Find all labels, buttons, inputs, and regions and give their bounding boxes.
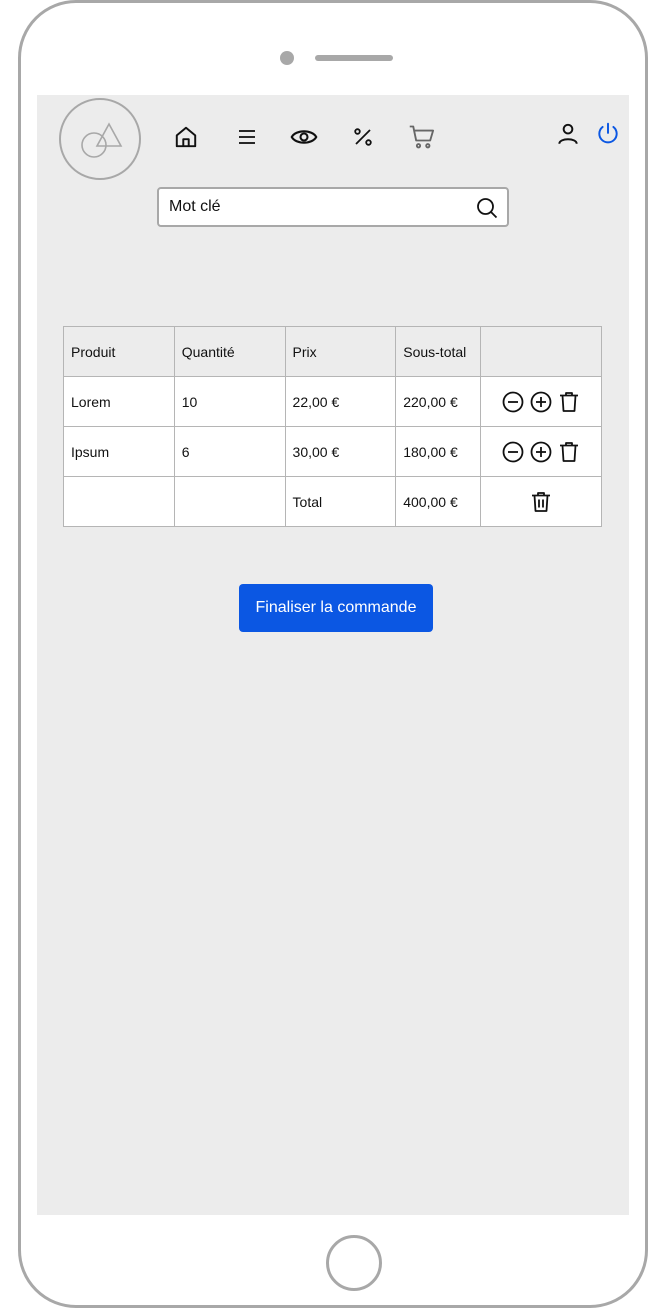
total-label: Total <box>284 476 397 527</box>
total-row: Total 400,00 € <box>63 476 602 527</box>
logo[interactable] <box>59 98 141 180</box>
product-subtotal: 180,00 € <box>395 426 482 477</box>
checkout-button[interactable]: Finaliser la commande <box>239 584 433 632</box>
empty-cell <box>63 476 175 527</box>
column-header-quantity: Quantité <box>173 326 286 377</box>
column-header-product: Produit <box>63 326 175 377</box>
product-name: Lorem <box>63 376 175 427</box>
trash-icon[interactable] <box>556 389 582 415</box>
product-subtotal: 220,00 € <box>395 376 482 427</box>
home-button[interactable] <box>326 1235 382 1291</box>
menu-icon[interactable] <box>232 122 262 152</box>
cart-icon[interactable] <box>407 122 437 152</box>
home-icon[interactable] <box>171 122 201 152</box>
column-header-price: Prix <box>284 326 397 377</box>
cart-table: Produit Quantité Prix Sous-total Lorem 1… <box>63 326 602 527</box>
power-icon[interactable] <box>593 119 623 149</box>
trash-icon[interactable] <box>556 439 582 465</box>
percent-icon[interactable] <box>348 122 378 152</box>
minus-icon[interactable] <box>500 439 526 465</box>
screen: Produit Quantité Prix Sous-total Lorem 1… <box>37 95 629 1215</box>
plus-icon[interactable] <box>528 389 554 415</box>
product-quantity: 10 <box>173 376 286 427</box>
table-row: Ipsum 6 30,00 € 180,00 € <box>63 426 602 477</box>
clear-cart-cell <box>480 476 602 527</box>
column-header-actions <box>480 326 602 377</box>
row-actions <box>480 376 602 427</box>
column-header-subtotal: Sous-total <box>395 326 482 377</box>
row-actions <box>480 426 602 477</box>
total-value: 400,00 € <box>395 476 482 527</box>
camera <box>280 51 294 65</box>
table-row: Lorem 10 22,00 € 220,00 € <box>63 376 602 427</box>
speaker <box>315 55 393 61</box>
empty-cell <box>173 476 286 527</box>
search-icon[interactable] <box>475 196 499 220</box>
trash-all-icon[interactable] <box>528 489 554 515</box>
search-bar <box>157 187 509 227</box>
user-icon[interactable] <box>553 119 583 149</box>
product-quantity: 6 <box>173 426 286 477</box>
search-input[interactable] <box>169 195 469 219</box>
product-price: 22,00 € <box>284 376 397 427</box>
plus-icon[interactable] <box>528 439 554 465</box>
table-header-row: Produit Quantité Prix Sous-total <box>63 326 602 377</box>
product-name: Ipsum <box>63 426 175 477</box>
minus-icon[interactable] <box>500 389 526 415</box>
product-price: 30,00 € <box>284 426 397 477</box>
eye-icon[interactable] <box>289 122 319 152</box>
